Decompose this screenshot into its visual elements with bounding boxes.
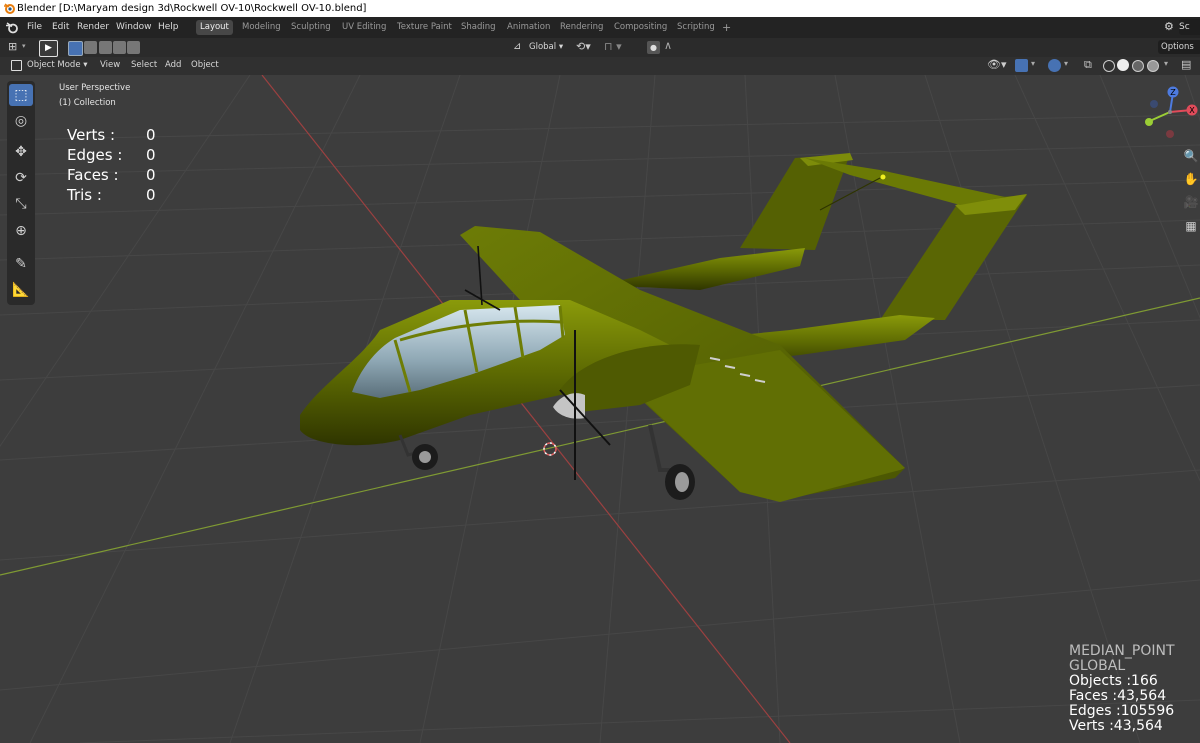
stats-faces: Faces :0 (67, 166, 156, 184)
mode-subtract-icon[interactable] (99, 41, 112, 54)
gizmo-toggle-icon[interactable] (1015, 59, 1028, 72)
menu-help[interactable]: Help (158, 17, 179, 38)
window-titlebar: Blender [D:\Maryam design 3d\Rockwell OV… (0, 0, 1200, 17)
snap-icon[interactable]: ⊓ ▾ (604, 40, 622, 53)
gizmo-y-axis[interactable] (1145, 118, 1153, 126)
falloff-icon[interactable]: ∧ (664, 39, 672, 52)
tab-uv-editing[interactable]: UV Editing (338, 20, 390, 35)
visibility-icon[interactable]: 👁▾ (987, 58, 1007, 71)
tab-scripting[interactable]: Scripting (673, 20, 719, 35)
orientation-label: Global (529, 42, 557, 52)
measure-tool-icon[interactable]: 📐 (9, 279, 33, 301)
aircraft-model[interactable] (300, 153, 1027, 502)
proportional-edit-icon[interactable]: ● (647, 41, 660, 54)
transform-tool-icon[interactable]: ⊕ (9, 220, 33, 242)
orientation-icon: ⊿ (513, 41, 522, 52)
cursor-tool-icon[interactable]: ◎ (9, 110, 33, 132)
select-box-tool-icon[interactable]: ▶ (39, 40, 58, 57)
collection-label: (1) Collection (59, 98, 116, 108)
move-tool-icon[interactable]: ✥ (9, 141, 33, 163)
viewport-canvas[interactable] (0, 75, 1200, 743)
rendered-shading-icon[interactable] (1147, 60, 1159, 72)
3d-viewport[interactable]: Z X 🔍 ✋ 🎥 ▦ (0, 75, 1200, 743)
material-shading-icon[interactable] (1132, 60, 1144, 72)
stats-edges: Edges :0 (67, 146, 156, 164)
perspective-toggle-icon[interactable]: ▦ (1183, 218, 1199, 234)
menu-file[interactable]: File (27, 17, 42, 38)
objects-count: Objects :166 (1069, 673, 1158, 689)
view-perspective-label: User Perspective (59, 83, 131, 93)
overlays-toggle-icon[interactable] (1048, 59, 1061, 72)
mode-invert-icon[interactable] (113, 41, 126, 54)
menu-render[interactable]: Render (77, 17, 109, 38)
menu-view[interactable]: View (97, 58, 123, 72)
edges-count: Edges :105596 (1069, 703, 1175, 719)
zoom-icon[interactable]: 🔍 (1183, 148, 1199, 164)
menu-add[interactable]: Add (162, 58, 184, 72)
xray-toggle-icon[interactable]: ⧉ (1084, 58, 1092, 72)
tab-shading[interactable]: Shading (457, 20, 500, 35)
editor-type-icon[interactable]: ⊞ (8, 40, 17, 53)
add-workspace-button[interactable]: + (718, 20, 735, 35)
tab-texture-paint[interactable]: Texture Paint (393, 20, 456, 35)
menu-edit[interactable]: Edit (52, 17, 69, 38)
wireframe-shading-icon[interactable] (1103, 60, 1115, 72)
mode-label: Object Mode (27, 60, 81, 70)
orientation-overlay-label: GLOBAL (1069, 658, 1126, 674)
tab-modeling[interactable]: Modeling (238, 20, 285, 35)
navigation-gizmo[interactable]: Z X (1140, 82, 1200, 142)
stats-tris: Tris :0 (67, 186, 156, 204)
chevron-down-icon: ▾ (22, 42, 26, 50)
faces-count: Faces :43,564 (1069, 688, 1167, 704)
scene-icon[interactable]: ⚙ (1164, 20, 1174, 33)
blender-menu-icon[interactable] (5, 21, 19, 34)
object-mode-icon (11, 60, 22, 71)
tool-shelf: ⬚ ◎ ✥ ⟳ ⤡ ⊕ ✎ 📐 (7, 81, 35, 305)
blender-logo-icon (4, 3, 15, 14)
scale-tool-icon[interactable]: ⤡ (9, 193, 33, 215)
sidebar-toggle-icon[interactable]: ▤ (1181, 58, 1191, 71)
annotate-tool-icon[interactable]: ✎ (9, 253, 33, 275)
camera-icon[interactable]: 🎥 (1183, 194, 1199, 210)
mode-extend-icon[interactable] (84, 41, 97, 54)
stats-verts: Verts :0 (67, 126, 156, 144)
tab-rendering[interactable]: Rendering (556, 20, 607, 35)
verts-count: Verts :43,564 (1069, 718, 1163, 734)
tab-layout[interactable]: Layout (196, 20, 233, 35)
svg-text:X: X (1189, 106, 1195, 115)
pivot-point-label: MEDIAN_POINT (1069, 643, 1175, 659)
scene-selector[interactable]: Sc (1179, 19, 1200, 35)
window-title: Blender [D:\Maryam design 3d\Rockwell OV… (17, 3, 367, 14)
scene-info-overlay: MEDIAN_POINT GLOBAL Objects :166 Faces :… (1069, 644, 1200, 734)
tab-sculpting[interactable]: Sculpting (287, 20, 335, 35)
viewport-header: Object Mode ▾ View Select Add Object 👁▾ … (0, 57, 1200, 75)
top-bar: File Edit Render Window Help Layout Mode… (0, 17, 1200, 38)
options-button[interactable]: Options (1158, 40, 1200, 54)
tool-header: ⊞ ▾ ▶ ⊿ Global ▾ ⟲▾ ⊓ ▾ ● ∧ Options (0, 38, 1200, 57)
menu-window[interactable]: Window (116, 17, 152, 38)
overlays-dropdown-icon[interactable]: ▾ (1064, 59, 1068, 68)
menu-select[interactable]: Select (128, 58, 160, 72)
pan-hand-icon[interactable]: ✋ (1183, 171, 1199, 187)
rotate-tool-icon[interactable]: ⟳ (9, 167, 33, 189)
mode-new-icon[interactable] (68, 41, 83, 56)
shading-dropdown-icon[interactable]: ▾ (1164, 59, 1168, 68)
tab-compositing[interactable]: Compositing (610, 20, 671, 35)
pivot-icon[interactable]: ⟲▾ (576, 40, 591, 53)
orientation-dropdown[interactable]: Global ▾ (526, 40, 576, 54)
select-tool-icon[interactable]: ⬚ (9, 84, 33, 106)
mode-intersect-icon[interactable] (127, 41, 140, 54)
mode-dropdown[interactable]: Object Mode ▾ (24, 58, 91, 72)
tab-animation[interactable]: Animation (503, 20, 554, 35)
solid-shading-icon[interactable] (1117, 59, 1129, 71)
svg-text:Z: Z (1170, 88, 1176, 97)
gizmo-dropdown-icon[interactable]: ▾ (1031, 59, 1035, 68)
menu-object[interactable]: Object (188, 58, 222, 72)
